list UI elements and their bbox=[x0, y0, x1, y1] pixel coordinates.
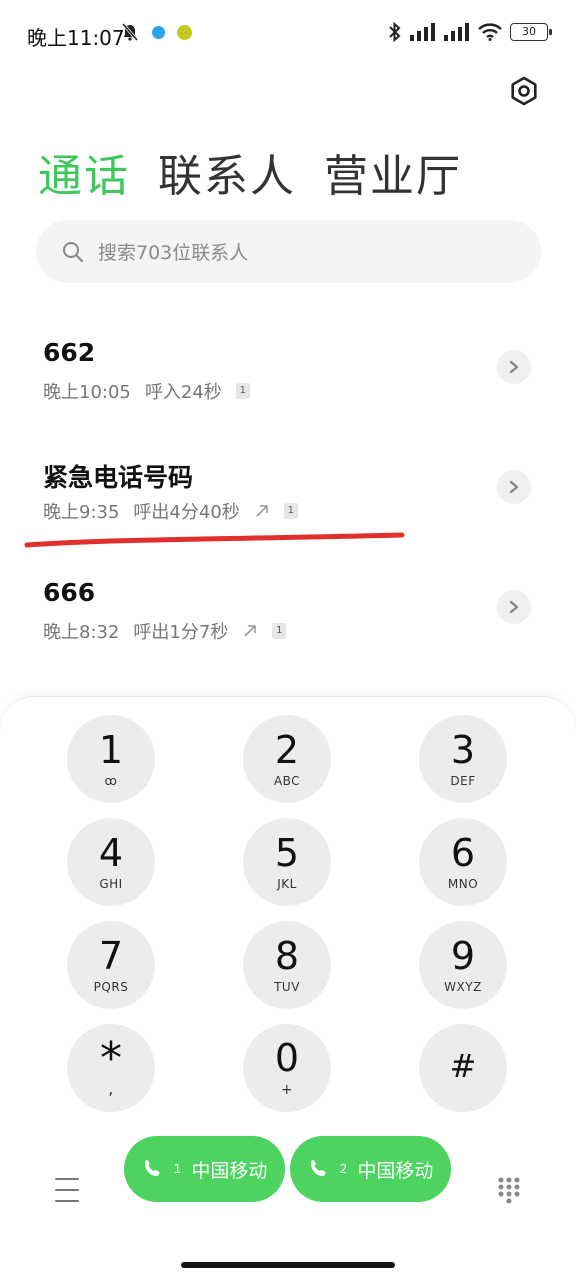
call-detail: 呼出4分40秒 bbox=[133, 502, 240, 523]
search-placeholder: 搜索703位联系人 bbox=[98, 242, 249, 264]
sim-badge: 1 bbox=[283, 503, 298, 519]
call-meta: 晚上9:35 呼出4分40秒 1 bbox=[43, 498, 298, 524]
key-letters: MNO bbox=[447, 877, 479, 891]
key-letters: TUV bbox=[274, 980, 300, 994]
key-digit: 8 bbox=[274, 934, 300, 978]
status-right-icons: 30 bbox=[388, 22, 552, 42]
key-letters: + bbox=[280, 1082, 294, 1098]
key-digit: 1 bbox=[98, 728, 124, 772]
key-star[interactable]: * , bbox=[67, 1024, 155, 1112]
call-detail-button[interactable] bbox=[497, 590, 531, 624]
key-digit: 9 bbox=[450, 934, 476, 978]
carrier-label: 中国移动 bbox=[357, 1159, 434, 1182]
call-sim1-button[interactable]: 1 中国移动 bbox=[124, 1136, 285, 1202]
call-name: 紧急电话号码 bbox=[43, 463, 194, 492]
key-6[interactable]: 6 MNO bbox=[419, 818, 507, 906]
top-tabs: 通话 联系人 营业厅 bbox=[38, 140, 462, 204]
key-letters: GHI bbox=[99, 877, 123, 891]
signal-icon bbox=[444, 23, 469, 41]
key-4[interactable]: 4 GHI bbox=[67, 818, 155, 906]
call-meta: 晚上8:32 呼出1分7秒 1 bbox=[43, 618, 287, 644]
call-time: 晚上10:05 bbox=[43, 382, 131, 403]
search-bar[interactable]: 搜索703位联系人 bbox=[36, 220, 541, 283]
key-1[interactable]: 1 ꝏ bbox=[67, 715, 155, 803]
call-time: 晚上9:35 bbox=[43, 502, 120, 523]
status-left-icons bbox=[120, 22, 192, 42]
key-5[interactable]: 5 JKL bbox=[243, 818, 331, 906]
key-0[interactable]: 0 + bbox=[243, 1024, 331, 1112]
sim-number: 1 bbox=[173, 1162, 182, 1176]
tab-service-hall[interactable]: 营业厅 bbox=[324, 140, 462, 204]
key-digit: 7 bbox=[98, 934, 124, 978]
call-detail-button[interactable] bbox=[497, 470, 531, 504]
key-letters: ABC bbox=[273, 774, 301, 788]
key-digit: # bbox=[449, 1047, 477, 1085]
call-detail: 呼入24秒 bbox=[144, 382, 222, 403]
call-detail: 呼出1分7秒 bbox=[133, 622, 229, 643]
key-letters: JKL bbox=[277, 877, 297, 891]
signal-icon bbox=[410, 23, 435, 41]
menu-button[interactable] bbox=[55, 1178, 79, 1202]
dialpad-icon[interactable] bbox=[497, 1176, 521, 1204]
key-letters: WXYZ bbox=[444, 980, 482, 994]
phone-icon bbox=[144, 1160, 160, 1176]
sim-number: 2 bbox=[339, 1162, 348, 1176]
chevron-right-icon bbox=[509, 480, 519, 494]
home-indicator[interactable] bbox=[181, 1262, 395, 1268]
outgoing-call-icon bbox=[256, 505, 268, 517]
key-letters: , bbox=[108, 1078, 114, 1098]
carrier-label: 中国移动 bbox=[191, 1159, 268, 1182]
call-sim2-button[interactable]: 2 中国移动 bbox=[290, 1136, 451, 1202]
key-digit: 3 bbox=[450, 728, 476, 772]
settings-icon bbox=[511, 76, 537, 106]
chevron-right-icon bbox=[509, 600, 519, 614]
key-letters: DEF bbox=[450, 774, 476, 788]
key-digit: * bbox=[100, 1032, 122, 1084]
call-detail-button[interactable] bbox=[497, 350, 531, 384]
settings-button[interactable] bbox=[505, 72, 543, 110]
key-8[interactable]: 8 TUV bbox=[243, 921, 331, 1009]
key-2[interactable]: 2 ABC bbox=[243, 715, 331, 803]
key-digit: 0 bbox=[274, 1036, 300, 1080]
key-3[interactable]: 3 DEF bbox=[419, 715, 507, 803]
key-hash[interactable]: # bbox=[419, 1024, 507, 1112]
key-letters: PQRS bbox=[93, 980, 129, 994]
red-annotation-underline bbox=[24, 532, 405, 548]
sim-badge: 1 bbox=[272, 623, 287, 639]
bell-off-icon bbox=[121, 23, 139, 41]
key-9[interactable]: 9 WXYZ bbox=[419, 921, 507, 1009]
phone-icon bbox=[310, 1160, 326, 1176]
bluetooth-icon bbox=[389, 22, 401, 42]
call-meta: 晚上10:05 呼入24秒 1 bbox=[43, 378, 250, 404]
tab-contacts[interactable]: 联系人 bbox=[158, 140, 296, 204]
key-digit: 6 bbox=[450, 831, 476, 875]
call-time: 晚上8:32 bbox=[43, 622, 120, 643]
status-time: 晚上11:07 bbox=[27, 26, 125, 50]
app-notification-icon bbox=[152, 25, 165, 39]
call-name: 666 bbox=[43, 578, 96, 607]
wifi-icon bbox=[478, 23, 502, 41]
call-name: 662 bbox=[43, 338, 96, 367]
chevron-right-icon bbox=[509, 360, 519, 374]
voicemail-icon: ꝏ bbox=[104, 774, 118, 788]
key-digit: 5 bbox=[274, 831, 300, 875]
key-digit: 4 bbox=[98, 831, 124, 875]
menu-icon bbox=[55, 1178, 79, 1180]
status-bar: 晚上11:07 30 bbox=[0, 0, 576, 70]
tab-calls[interactable]: 通话 bbox=[38, 140, 130, 204]
key-7[interactable]: 7 PQRS bbox=[67, 921, 155, 1009]
sim-badge: 1 bbox=[235, 383, 250, 399]
call-log-item[interactable]: 662 晚上10:05 呼入24秒 1 bbox=[0, 338, 576, 438]
call-log-item[interactable]: 666 晚上8:32 呼出1分7秒 1 bbox=[0, 578, 576, 678]
key-digit: 2 bbox=[274, 728, 300, 772]
app-notification-icon bbox=[177, 24, 192, 40]
search-icon bbox=[63, 241, 84, 262]
battery-icon: 30 bbox=[510, 23, 552, 41]
outgoing-call-icon bbox=[244, 625, 257, 637]
